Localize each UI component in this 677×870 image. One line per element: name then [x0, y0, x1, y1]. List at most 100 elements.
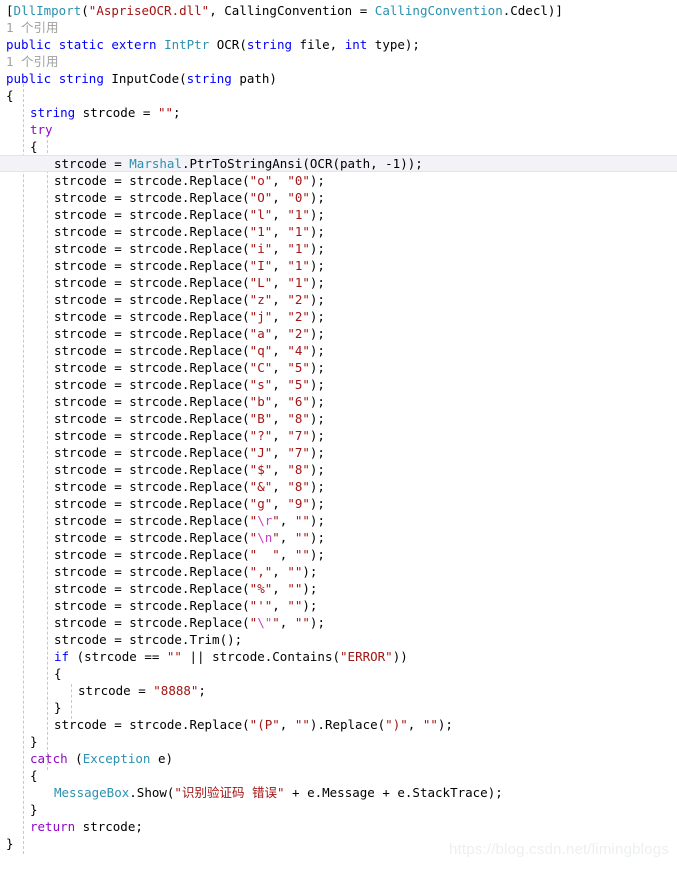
code-token: ,: [272, 173, 288, 188]
code-line[interactable]: strcode = strcode.Replace("q", "4");: [0, 342, 677, 359]
code-line[interactable]: catch (Exception e): [0, 750, 677, 767]
code-line-text: strcode = strcode.Replace("B", "8");: [0, 410, 325, 427]
code-line[interactable]: public string InputCode(string path): [0, 70, 677, 87]
codelens-line[interactable]: 1 个引用: [0, 53, 677, 70]
code-token: {: [30, 139, 38, 154]
code-line[interactable]: strcode = strcode.Replace("\"", "");: [0, 614, 677, 631]
replace-result-literal: "2": [287, 292, 310, 307]
code-line[interactable]: return strcode;: [0, 818, 677, 835]
replace-search-literal: "b": [249, 394, 273, 409]
code-line[interactable]: strcode = strcode.Replace("$", "8");: [0, 461, 677, 478]
code-line-text: strcode = strcode.Replace("L", "1");: [0, 274, 325, 291]
code-token: strcode = strcode.Replace(: [54, 598, 250, 613]
code-line[interactable]: {: [0, 138, 677, 155]
code-line[interactable]: try: [0, 121, 677, 138]
code-token: try: [30, 122, 53, 137]
replace-result-literal: "5": [287, 377, 310, 392]
codelens-line[interactable]: 1 个引用: [0, 19, 677, 36]
code-line[interactable]: string strcode = "";: [0, 104, 677, 121]
code-token: public: [6, 37, 52, 52]
code-token: , CallingConvention =: [209, 3, 375, 18]
code-token: strcode = strcode.Replace(: [54, 258, 250, 273]
code-line[interactable]: strcode = strcode.Replace("o", "0");: [0, 172, 677, 189]
replace-result-literal: "1": [287, 224, 310, 239]
code-token: ;: [173, 105, 181, 120]
code-line[interactable]: strcode = strcode.Replace("C", "5");: [0, 359, 677, 376]
replace-result-literal: "2": [287, 326, 310, 341]
replace-search-literal: "$": [249, 462, 273, 477]
code-line[interactable]: strcode = strcode.Replace("a", "2");: [0, 325, 677, 342]
code-line[interactable]: strcode = strcode.Replace(",", "");: [0, 563, 677, 580]
code-token: );: [309, 462, 325, 477]
code-token: );: [437, 717, 453, 732]
code-line[interactable]: strcode = strcode.Replace("j", "2");: [0, 308, 677, 325]
code-line-text: strcode = strcode.Replace("g", "9");: [0, 495, 325, 512]
code-line[interactable]: {: [0, 665, 677, 682]
code-token: .Cdecl)]: [502, 3, 563, 18]
code-line[interactable]: }: [0, 733, 677, 750]
code-token: extern: [111, 37, 157, 52]
code-token: strcode = strcode.Trim();: [54, 632, 243, 647]
code-line[interactable]: strcode = strcode.Replace("&", "8");: [0, 478, 677, 495]
code-line[interactable]: strcode = strcode.Replace("\r", "");: [0, 512, 677, 529]
code-line[interactable]: strcode = strcode.Replace("O", "0");: [0, 189, 677, 206]
code-line[interactable]: [DllImport("AspriseOCR.dll", CallingConv…: [0, 2, 677, 19]
code-line-text: }: [0, 801, 38, 818]
code-token: strcode = strcode.Replace(: [54, 207, 250, 222]
code-line[interactable]: MessageBox.Show("识别验证码 错误" + e.Message +…: [0, 784, 677, 801]
code-line[interactable]: strcode = strcode.Replace("L", "1");: [0, 274, 677, 291]
code-line-text: public static extern IntPtr OCR(string f…: [0, 36, 420, 53]
code-line[interactable]: if (strcode == "" || strcode.Contains("E…: [0, 648, 677, 665]
code-line-text: }: [0, 733, 38, 750]
code-token: ": [272, 530, 280, 545]
code-line[interactable]: strcode = strcode.Replace("J", "7");: [0, 444, 677, 461]
code-token: InputCode(: [103, 71, 187, 86]
code-token: "": [294, 717, 310, 732]
code-line[interactable]: strcode = strcode.Replace("g", "9");: [0, 495, 677, 512]
code-token: public: [6, 71, 52, 86]
code-editor[interactable]: [DllImport("AspriseOCR.dll", CallingConv…: [0, 0, 677, 870]
code-line[interactable]: strcode = strcode.Replace("'", "");: [0, 597, 677, 614]
code-token: );: [309, 275, 325, 290]
code-line[interactable]: strcode = strcode.Replace("i", "1");: [0, 240, 677, 257]
code-line[interactable]: strcode = strcode.Replace("z", "2");: [0, 291, 677, 308]
code-line-text: strcode = strcode.Replace(",", "");: [0, 563, 317, 580]
replace-search-literal: "i": [249, 241, 273, 256]
code-token: );: [309, 190, 325, 205]
code-line[interactable]: strcode = strcode.Replace("I", "1");: [0, 257, 677, 274]
code-token: (strcode ==: [69, 649, 167, 664]
replace-result-literal: "7": [287, 445, 310, 460]
code-token: ,: [279, 717, 295, 732]
code-line[interactable]: strcode = Marshal.PtrToStringAnsi(OCR(pa…: [0, 155, 677, 172]
code-token: {: [6, 88, 14, 103]
code-line[interactable]: strcode = strcode.Replace("?", "7");: [0, 427, 677, 444]
replace-result-literal: "5": [287, 360, 310, 375]
code-line[interactable]: strcode = strcode.Replace("s", "5");: [0, 376, 677, 393]
code-token: path): [231, 71, 277, 86]
code-line-text: 1 个引用: [0, 53, 59, 70]
code-line[interactable]: strcode = strcode.Replace("B", "8");: [0, 410, 677, 427]
code-token: Marshal: [129, 156, 182, 171]
code-line[interactable]: public static extern IntPtr OCR(string f…: [0, 36, 677, 53]
code-line[interactable]: strcode = strcode.Replace("(P", "").Repl…: [0, 716, 677, 733]
code-line[interactable]: }: [0, 699, 677, 716]
code-line[interactable]: strcode = strcode.Replace("l", "1");: [0, 206, 677, 223]
code-line[interactable]: strcode = strcode.Replace("\n", "");: [0, 529, 677, 546]
code-line[interactable]: strcode = strcode.Replace(" ", "");: [0, 546, 677, 563]
code-line[interactable]: strcode = strcode.Replace("1", "1");: [0, 223, 677, 240]
code-line[interactable]: strcode = strcode.Trim();: [0, 631, 677, 648]
code-line[interactable]: strcode = strcode.Replace("%", "");: [0, 580, 677, 597]
code-token: int: [344, 37, 368, 52]
code-line[interactable]: strcode = "8888";: [0, 682, 677, 699]
code-line[interactable]: {: [0, 767, 677, 784]
codelens-reference-count: 1 个引用: [6, 20, 59, 35]
code-line[interactable]: {: [0, 87, 677, 104]
code-line[interactable]: }: [0, 801, 677, 818]
code-token: Exception: [82, 751, 151, 766]
replace-result-literal: "8": [287, 462, 310, 477]
code-line[interactable]: strcode = strcode.Replace("b", "6");: [0, 393, 677, 410]
code-token: strcode = strcode.Replace(: [54, 615, 250, 630]
code-token: );: [302, 581, 318, 596]
code-token: ,: [272, 377, 288, 392]
code-token: strcode = strcode.Replace(: [54, 411, 250, 426]
